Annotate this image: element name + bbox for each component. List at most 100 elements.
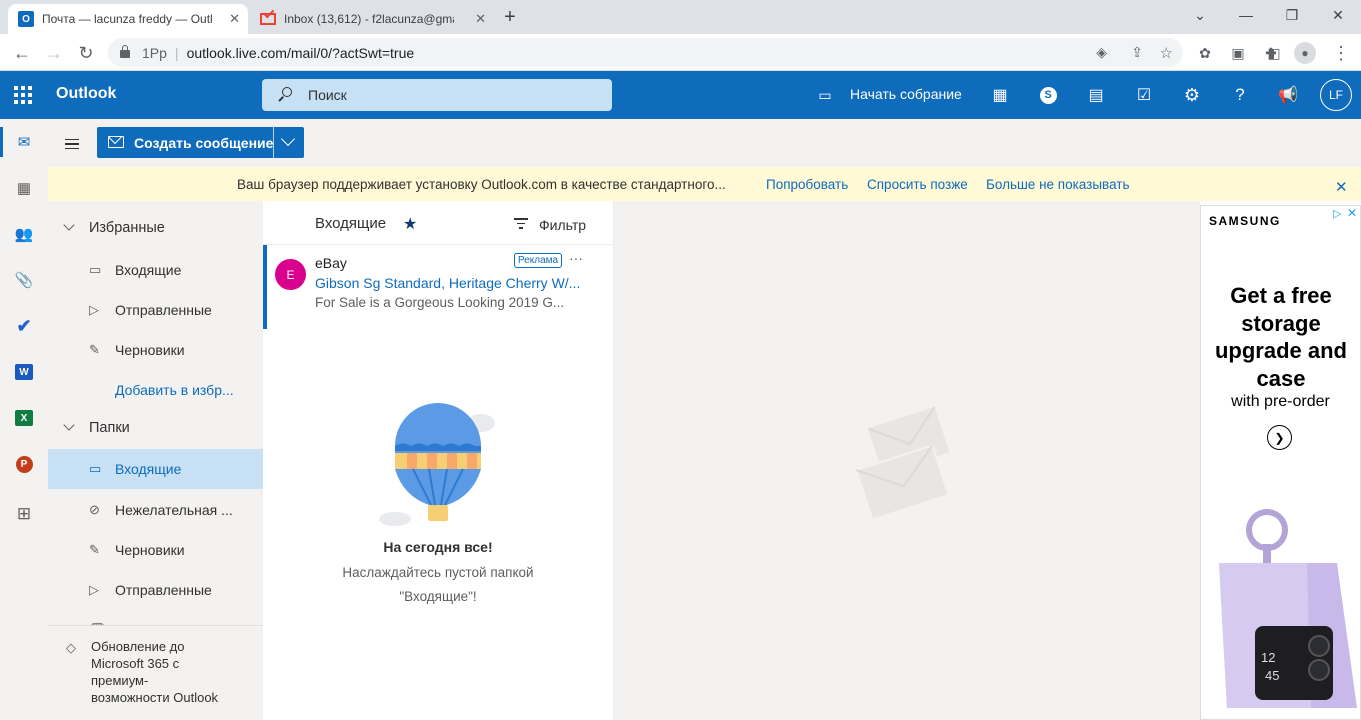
browser-menu-icon[interactable]: ⋮ bbox=[1328, 40, 1354, 66]
message-subject: Gibson Sg Standard, Heritage Cherry W/..… bbox=[315, 275, 581, 291]
chevron-down-icon[interactable] bbox=[63, 419, 75, 431]
folder-sent[interactable]: ▷ Отправленные bbox=[48, 570, 263, 610]
favorite-drafts[interactable]: ✎ Черновики bbox=[48, 330, 263, 370]
more-options-icon[interactable]: ··· bbox=[569, 250, 583, 266]
back-icon[interactable]: ← bbox=[9, 40, 35, 66]
excel-icon[interactable]: X bbox=[12, 406, 36, 430]
profile-icon[interactable]: ● bbox=[1294, 42, 1316, 64]
message-list-title[interactable]: Входящие bbox=[315, 215, 386, 232]
chevron-down-icon[interactable] bbox=[280, 131, 296, 147]
favorite-inbox[interactable]: ▭ Входящие bbox=[48, 250, 263, 290]
add-favorite-link[interactable]: Добавить в избр... bbox=[48, 370, 263, 410]
ad-close-icon[interactable]: ✕ bbox=[1347, 206, 1357, 220]
gmail-icon bbox=[260, 6, 276, 25]
meet-now-button[interactable]: Начать собрание bbox=[850, 86, 962, 102]
minimize-button[interactable]: — bbox=[1223, 0, 1269, 30]
restore-button[interactable]: ❐ bbox=[1269, 0, 1315, 30]
upgrade-line: возможности Outlook bbox=[91, 690, 219, 705]
bookmark-star-icon[interactable]: ☆ bbox=[1160, 44, 1173, 62]
qr-code-icon[interactable]: ▦ bbox=[990, 85, 1010, 105]
people-icon[interactable]: 👥 bbox=[12, 222, 36, 246]
phone-time-hour: 12 bbox=[1261, 650, 1275, 665]
search-box[interactable]: Поиск bbox=[262, 79, 612, 111]
message-preview: For Sale is a Gorgeous Looking 2019 G... bbox=[315, 295, 565, 310]
diamond-icon: ◇ bbox=[66, 640, 76, 655]
close-tab-icon[interactable]: ✕ bbox=[229, 11, 240, 27]
browser-tab-outlook[interactable]: O Почта — lacunza freddy — Outlo ✕ bbox=[8, 4, 248, 34]
close-icon[interactable]: ✕ bbox=[1335, 178, 1348, 196]
arrow-right-icon[interactable]: ❯ bbox=[1267, 425, 1292, 450]
feedback-megaphone-icon[interactable]: 📢 bbox=[1278, 85, 1298, 105]
adchoices-icon[interactable]: ▷ bbox=[1333, 207, 1341, 220]
ad-message-item[interactable]: E eBay Реклама ··· Gibson Sg Standard, H… bbox=[263, 245, 613, 329]
chevron-down-icon[interactable] bbox=[63, 219, 75, 231]
install-app-icon[interactable]: ◈ bbox=[1096, 44, 1107, 61]
skype-icon[interactable]: S bbox=[1038, 85, 1058, 105]
app-name[interactable]: Outlook bbox=[56, 85, 116, 103]
avatar[interactable]: LF bbox=[1320, 79, 1352, 111]
more-apps-icon[interactable]: ⊞ bbox=[12, 502, 36, 526]
galaxy-flip-phone-image: 12 45 bbox=[1219, 509, 1357, 708]
lock-icon[interactable] bbox=[120, 45, 130, 58]
extension-video-icon[interactable]: ▣ bbox=[1225, 40, 1251, 66]
filter-icon[interactable] bbox=[514, 218, 528, 229]
favorites-group-header[interactable]: Избранные bbox=[48, 208, 263, 248]
mail-icon[interactable]: ✉ bbox=[12, 130, 36, 154]
browser-tab-gmail[interactable]: Inbox (13,612) - f2lacunza@gmai ✕ bbox=[250, 4, 494, 34]
word-icon[interactable]: W bbox=[12, 360, 36, 384]
folder-label: Отправленные bbox=[115, 582, 212, 598]
new-tab-button[interactable]: + bbox=[499, 6, 521, 28]
settings-gear-icon[interactable]: ⚙ bbox=[1182, 85, 1202, 105]
favorites-title: Избранные bbox=[89, 220, 165, 236]
reload-icon[interactable]: ↻ bbox=[73, 40, 99, 66]
site-info-label[interactable]: 1Pp bbox=[142, 45, 167, 61]
folder-label: Входящие bbox=[115, 461, 182, 477]
my-day-icon[interactable]: ☑ bbox=[1134, 85, 1154, 105]
video-camera-icon[interactable]: ▭ bbox=[815, 85, 835, 105]
side-panel-icon[interactable]: ◧ bbox=[1261, 40, 1287, 66]
folder-junk[interactable]: ⊘ Нежелательная ... bbox=[48, 490, 263, 530]
empty-state-line: Наслаждайтесь пустой папкой bbox=[342, 565, 534, 580]
hamburger-menu-icon[interactable] bbox=[65, 139, 79, 149]
folder-drafts[interactable]: ✎ Черновики bbox=[48, 530, 263, 570]
window-close-button[interactable]: ✕ bbox=[1315, 0, 1361, 30]
compose-button[interactable]: Создать сообщение bbox=[97, 127, 304, 158]
share-icon[interactable]: ⇪ bbox=[1131, 44, 1143, 61]
todo-check-icon[interactable]: ✔ bbox=[12, 314, 36, 338]
banner-try-link[interactable]: Попробовать bbox=[766, 177, 848, 192]
help-icon[interactable]: ? bbox=[1230, 85, 1250, 105]
search-placeholder: Поиск bbox=[308, 87, 347, 103]
folders-group-header[interactable]: Папки bbox=[48, 408, 263, 448]
app-rail: ✉ ▦ 👥 📎 ✔ W X P ⊞ bbox=[0, 119, 48, 720]
empty-state-title: На сегодня все! bbox=[383, 539, 493, 555]
default-browser-banner: Ваш браузер поддерживает установку Outlo… bbox=[48, 167, 1361, 201]
favorite-sent[interactable]: ▷ Отправленные bbox=[48, 290, 263, 330]
office-icon[interactable]: ▤ bbox=[1086, 85, 1106, 105]
samsung-ad[interactable]: SAMSUNG ▷ ✕ Get a free storage upgrade a… bbox=[1200, 205, 1361, 720]
sent-icon: ▷ bbox=[89, 302, 99, 317]
app-launcher-icon[interactable] bbox=[14, 86, 32, 104]
inbox-icon: ▭ bbox=[89, 262, 102, 277]
filter-button[interactable]: Фильтр bbox=[539, 217, 586, 233]
banner-dont-show-link[interactable]: Больше не показывать bbox=[986, 177, 1130, 192]
tab-title: Почта — lacunza freddy — Outlo bbox=[42, 12, 212, 26]
folder-deleted-partial[interactable]: 🗑 bbox=[48, 610, 263, 625]
upgrade-promo[interactable]: ◇ Обновление до Microsoft 365 с премиум-… bbox=[48, 625, 263, 720]
upgrade-line: премиум- bbox=[91, 673, 149, 688]
url-text[interactable]: outlook.live.com/mail/0/?actSwt=true bbox=[187, 45, 415, 61]
extension-icon[interactable]: ✿ bbox=[1192, 40, 1218, 66]
powerpoint-icon[interactable]: P bbox=[12, 452, 36, 476]
attachment-icon[interactable]: 📎 bbox=[12, 268, 36, 292]
banner-ask-later-link[interactable]: Спросить позже bbox=[867, 177, 968, 192]
tab-search-icon[interactable]: ⌄ bbox=[1177, 0, 1223, 30]
compose-label: Создать сообщение bbox=[134, 134, 274, 151]
close-tab-icon[interactable]: ✕ bbox=[475, 11, 486, 27]
calendar-icon[interactable]: ▦ bbox=[12, 176, 36, 200]
favorite-star-icon[interactable]: ★ bbox=[403, 214, 417, 234]
forward-icon[interactable]: → bbox=[41, 40, 67, 66]
ad-brand: SAMSUNG bbox=[1209, 214, 1281, 228]
address-bar[interactable]: 1Pp | outlook.live.com/mail/0/?actSwt=tr… bbox=[108, 38, 1183, 67]
folder-inbox[interactable]: ▭ Входящие bbox=[48, 449, 263, 489]
add-favorite-label: Добавить в избр... bbox=[115, 382, 234, 398]
drafts-icon: ✎ bbox=[89, 342, 100, 357]
